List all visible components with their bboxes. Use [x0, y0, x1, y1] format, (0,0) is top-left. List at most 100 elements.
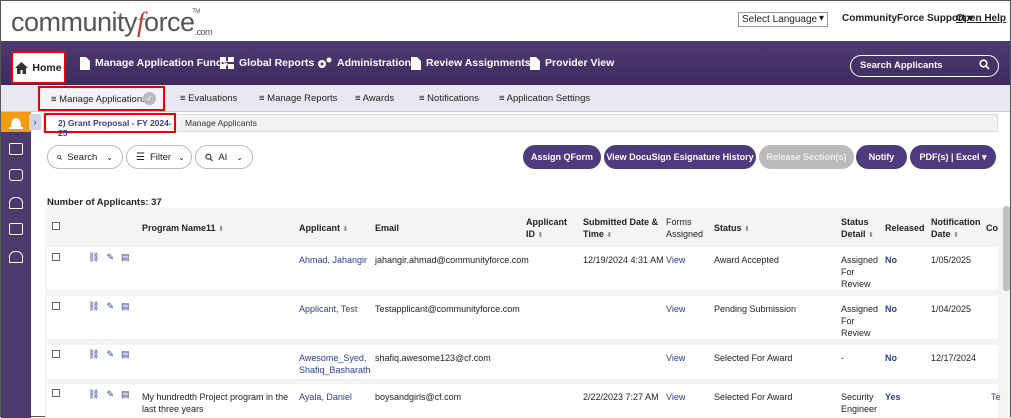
document-icon[interactable]: ▤ [121, 252, 130, 263]
released-link[interactable]: Yes [885, 391, 901, 403]
column-header-status[interactable]: Status ⬍ [714, 222, 750, 236]
released-link[interactable]: No [885, 303, 897, 315]
chevron-down-icon: ⌄ [106, 152, 113, 162]
released-link[interactable]: No [885, 352, 897, 364]
row-checkbox[interactable] [52, 302, 60, 310]
docusign-history-button[interactable]: View DocuSign Esignature History [604, 145, 756, 169]
subnav-evaluations[interactable]: ≡ Evaluations [180, 93, 237, 104]
chevron-down-icon: ⌄ [236, 152, 243, 162]
left-sidebar [1, 112, 31, 418]
applicant-name[interactable]: Ayala, Daniel [299, 391, 352, 403]
bell-icon[interactable] [9, 251, 23, 263]
applicant-name[interactable]: Applicant, Test [299, 303, 357, 315]
ai-dropdown[interactable]: AI ⌄ [195, 145, 253, 169]
edit-icon[interactable]: ✎ [106, 349, 114, 360]
notify-button[interactable]: Notify [856, 145, 907, 169]
sort-icon: ⬍ [868, 232, 874, 239]
applicant-email: boysandgirls@cf.com [375, 392, 462, 402]
subnav-awards[interactable]: ≡ Awards [355, 93, 394, 104]
search-icon [205, 153, 213, 161]
bell-icon[interactable] [9, 197, 23, 209]
subnav-manage-applications[interactable]: ≡ Manage Applications ✓ [38, 86, 165, 111]
applicant-name[interactable]: Ahmad, Jahangir [299, 254, 367, 266]
forms-view-link[interactable]: View [666, 391, 685, 403]
user-tree-icon[interactable]: ⛓ [88, 389, 99, 400]
sidebar-expand-arrow[interactable]: › [29, 114, 41, 130]
column-header-applicant-id[interactable]: Applicant ID ⬍ [526, 216, 567, 242]
column-header-status-detail[interactable]: Status Detail ⬍ [841, 216, 874, 242]
document-icon [530, 56, 540, 70]
status-text: Pending Submission [714, 304, 797, 314]
breadcrumb-manage-applicants: Manage Applicants [185, 118, 257, 128]
subnav-notifications[interactable]: ≡ Notifications [419, 93, 479, 104]
program-name: My hundredth Project program in the last … [142, 392, 289, 414]
select-all-checkbox[interactable] [52, 222, 60, 230]
pdf-excel-button[interactable]: PDF(s) | Excel ▾ [910, 145, 996, 169]
assign-qform-button[interactable]: Assign QForm [523, 145, 601, 169]
subnav-application-settings[interactable]: ≡ Application Settings [499, 93, 590, 104]
gears-icon [318, 57, 332, 68]
notification-date: 1/04/2025 [931, 304, 972, 314]
vertical-scrollbar[interactable] [1003, 206, 1010, 291]
search-icon[interactable] [979, 59, 990, 70]
status-text: Selected For Award [714, 392, 793, 402]
forms-view-link[interactable]: View [666, 254, 685, 266]
released-link[interactable]: No [885, 254, 897, 266]
submitted-date: 2/22/2023 7:27 AM [583, 392, 659, 402]
nav-provider-view[interactable]: Provider View [529, 41, 614, 85]
sort-icon: ⬍ [606, 232, 613, 239]
document-icon[interactable]: ▤ [121, 349, 130, 360]
search-applicants-input[interactable]: Search Applicants [850, 55, 999, 77]
co-link[interactable]: Te [991, 391, 1001, 403]
row-checkbox[interactable] [52, 389, 60, 397]
document-icon[interactable]: ▤ [121, 389, 130, 400]
release-sections-button[interactable]: Release Section(s) [759, 145, 854, 169]
nav-home[interactable]: Home [11, 51, 66, 84]
sort-icon: ⬍ [953, 232, 959, 239]
applicant-name[interactable]: Awesome_Syed, Shafiq_Basharath [299, 352, 371, 376]
edit-icon[interactable]: ✎ [106, 389, 114, 400]
nav-administration[interactable]: Administration [317, 41, 411, 85]
user-tree-icon[interactable]: ⛓ [88, 349, 99, 360]
search-icon [57, 154, 62, 160]
row-checkbox[interactable] [52, 253, 60, 261]
column-header-notification[interactable]: Notification Date ⬍ [931, 216, 981, 242]
chevron-down-icon: ⌄ [178, 152, 185, 162]
sidebar-active-item[interactable] [1, 112, 31, 132]
breadcrumb-program[interactable]: 2) Grant Proposal - FY 2024-25 [44, 113, 176, 138]
sort-icon: ⬍ [342, 226, 349, 233]
nav-global-reports[interactable]: Global Reports [220, 41, 314, 85]
forms-view-link[interactable]: View [666, 352, 685, 364]
id-card-icon[interactable] [9, 143, 23, 155]
column-header-applicant[interactable]: Applicant ⬍ [299, 222, 348, 236]
edit-icon[interactable]: ✎ [106, 252, 114, 263]
subnav-manage-reports[interactable]: ≡ Manage Reports [259, 93, 337, 104]
home-icon [15, 61, 29, 74]
forms-view-link[interactable]: View [666, 303, 685, 315]
edit-icon[interactable]: ✎ [106, 301, 114, 312]
document-icon[interactable]: ▤ [121, 301, 130, 312]
submitted-date: 12/19/2024 4:31 AM [583, 255, 664, 265]
user-tree-icon[interactable]: ⛓ [88, 301, 99, 312]
row-actions: ⛓ ✎ ▤ [88, 301, 130, 312]
row-checkbox[interactable] [52, 350, 60, 358]
search-dropdown[interactable]: Search ⌄ [47, 145, 123, 169]
document-user-icon[interactable] [9, 223, 23, 235]
support-menu[interactable]: CommunityForce Support ▾ [842, 13, 973, 24]
communityforce-logo[interactable]: communityforce.comTM [11, 7, 213, 38]
column-header-co[interactable]: Co [986, 222, 998, 234]
column-header-released[interactable]: Released [885, 222, 925, 234]
badge-icon[interactable] [9, 169, 23, 181]
language-select[interactable]: Select Language [738, 12, 828, 27]
status-text: Award Accepted [714, 255, 779, 265]
column-header-email[interactable]: Email [375, 222, 399, 234]
nav-review-assignments[interactable]: Review Assignments [410, 41, 531, 85]
open-help-link[interactable]: Open Help [956, 13, 1006, 24]
filter-dropdown[interactable]: ☰ Filter ⌄ [126, 145, 192, 169]
column-header-program[interactable]: Program Name11 ⬍ [142, 222, 224, 236]
grid-icon [220, 57, 234, 69]
user-tree-icon[interactable]: ⛓ [88, 252, 99, 263]
nav-manage-funds[interactable]: Manage Application Funds [79, 41, 228, 85]
sort-icon: ⬍ [218, 226, 224, 233]
column-header-submitted[interactable]: Submitted Date & Time ⬍ [583, 216, 658, 242]
